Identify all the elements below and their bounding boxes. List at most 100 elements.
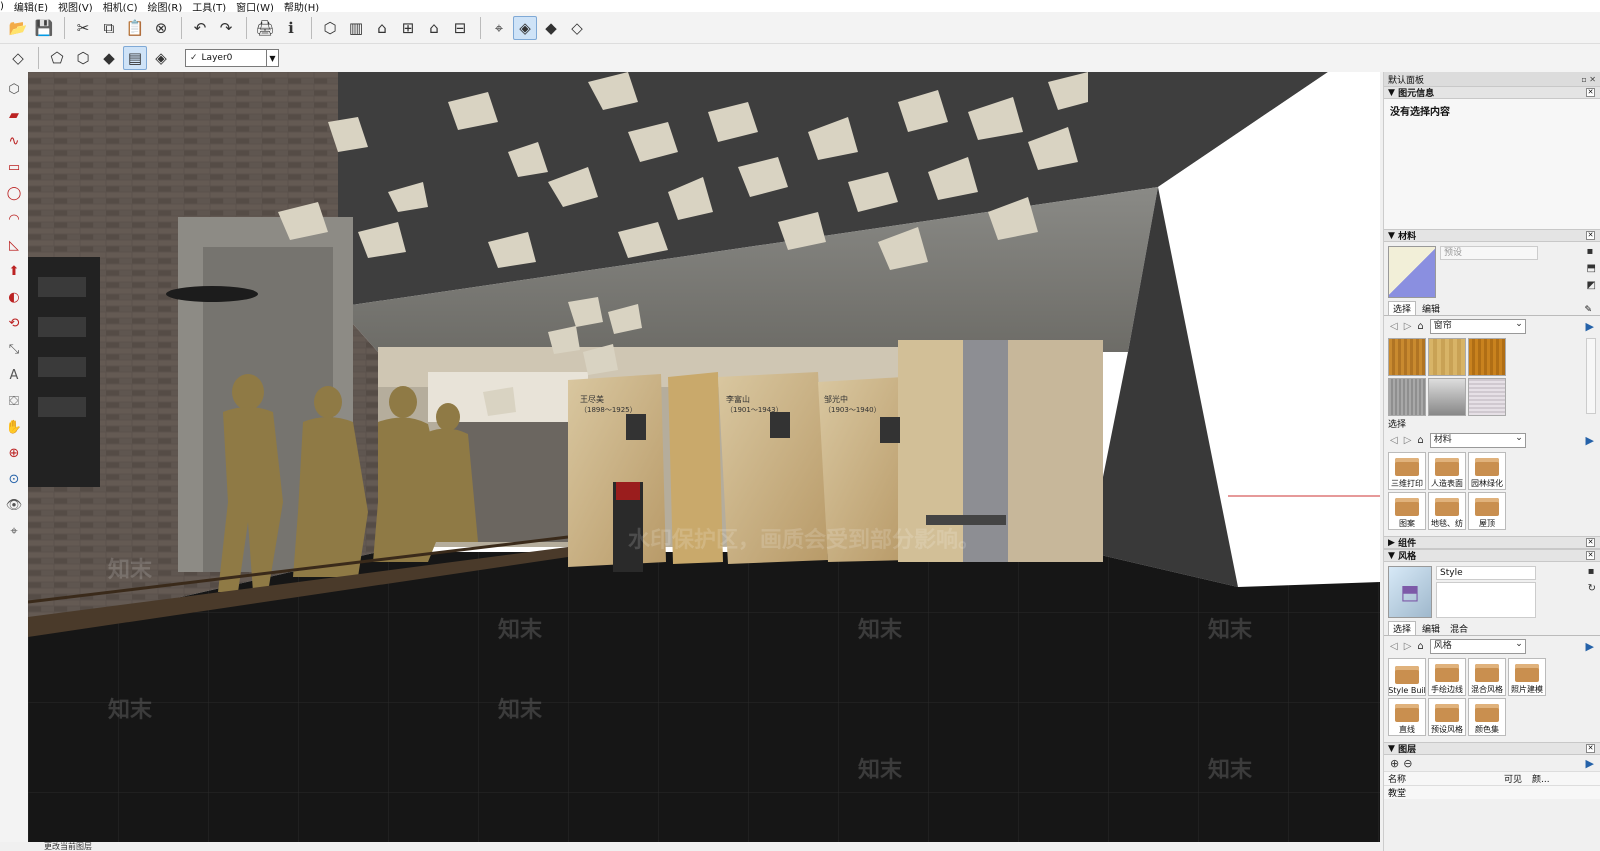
tab-select[interactable]: 选择	[1388, 621, 1417, 635]
redo-icon[interactable]: ↷	[214, 16, 238, 40]
texture-swatch[interactable]	[1468, 338, 1506, 376]
rectangle-icon[interactable]: ▭	[3, 156, 25, 178]
xray-mode-icon[interactable]: ◇	[6, 46, 30, 70]
paste-icon[interactable]: 📋	[123, 16, 147, 40]
back-icon[interactable]: ◁	[1390, 641, 1398, 652]
style-category[interactable]: Style Buil	[1388, 658, 1426, 696]
top-view-icon[interactable]: ▥	[344, 16, 368, 40]
model-viewport[interactable]: 王尽美 （1898～1925） 李富山 （1901～1943） 邹光中 （190…	[28, 72, 1380, 842]
zoom-icon[interactable]: ⊕	[3, 442, 25, 464]
paint-bucket-icon[interactable]: ⛋	[3, 390, 25, 412]
chevron-down-icon[interactable]: ▼	[266, 50, 278, 66]
position-camera-icon[interactable]: ⌖	[3, 520, 25, 542]
components-header[interactable]: ▶ 组件 ✕	[1384, 536, 1600, 549]
details-icon[interactable]: ▶	[1586, 320, 1594, 333]
texture-swatch[interactable]	[1428, 338, 1466, 376]
shaded-mode-icon[interactable]: ◆	[97, 46, 121, 70]
close-icon[interactable]: ✕	[1586, 231, 1595, 240]
front-view-icon[interactable]: ⌂	[370, 16, 394, 40]
style-category[interactable]: 直线	[1388, 698, 1426, 736]
material-category[interactable]: 地毯、纺	[1428, 492, 1466, 530]
left-view-icon[interactable]: ⊟	[448, 16, 472, 40]
offset-icon[interactable]: ⟲	[3, 312, 25, 334]
cut-icon[interactable]: ✂	[71, 16, 95, 40]
tab-select[interactable]: 选择	[1388, 301, 1417, 315]
material-name-field[interactable]: 预设	[1440, 246, 1538, 260]
style-name-field[interactable]: Style	[1436, 566, 1536, 580]
close-icon[interactable]: ✕	[1586, 744, 1595, 753]
forward-icon[interactable]: ▷	[1404, 641, 1412, 652]
style-category[interactable]: 手绘边线	[1428, 658, 1466, 696]
home-icon[interactable]: ⌂	[1417, 321, 1423, 332]
xray-icon[interactable]: ⌖	[487, 16, 511, 40]
back-icon[interactable]: ◁	[1390, 321, 1398, 332]
erase-icon[interactable]: ⊗	[149, 16, 173, 40]
tab-mix[interactable]: 混合	[1446, 622, 1472, 635]
close-icon[interactable]: ✕	[1586, 88, 1595, 97]
style-description-field[interactable]	[1436, 582, 1536, 618]
texture-swatch[interactable]	[1388, 338, 1426, 376]
material-category[interactable]: 三维打印	[1388, 452, 1426, 490]
layers-header[interactable]: ▼ 图层 ✕	[1384, 742, 1600, 755]
model-info-icon[interactable]: ℹ	[279, 16, 303, 40]
entity-info-header[interactable]: ▼ 图元信息 ✕	[1384, 86, 1600, 99]
push-pull-icon[interactable]: ⬆	[3, 260, 25, 282]
texture-swatch[interactable]	[1428, 378, 1466, 416]
pin-close-icon[interactable]: ▫ ✕	[1581, 75, 1596, 84]
select-icon[interactable]: ⬡	[3, 78, 25, 100]
style-category[interactable]: 照片建模	[1508, 658, 1546, 696]
save-icon[interactable]: 💾	[32, 16, 56, 40]
details-icon[interactable]: ▶	[1586, 757, 1594, 770]
copy-icon[interactable]: ⧉	[97, 16, 121, 40]
follow-me-icon[interactable]: ◐	[3, 286, 25, 308]
undo-icon[interactable]: ↶	[188, 16, 212, 40]
update-style-icon[interactable]: ↻	[1588, 583, 1596, 594]
style-thumbnail[interactable]: ⬒	[1388, 566, 1432, 618]
polygon-icon[interactable]: ◺	[3, 234, 25, 256]
circle-icon[interactable]: ◯	[3, 182, 25, 204]
eraser-icon[interactable]: ▰	[3, 104, 25, 126]
back-icon[interactable]: ◁	[1390, 435, 1398, 446]
tab-edit[interactable]: 编辑	[1418, 302, 1444, 315]
freehand-icon[interactable]: ∿	[3, 130, 25, 152]
texture-swatch[interactable]	[1388, 378, 1426, 416]
print-icon[interactable]: 🖨	[253, 16, 277, 40]
shaded-texture-icon[interactable]: ▤	[123, 46, 147, 70]
material-category[interactable]: 屋顶	[1468, 492, 1506, 530]
details-icon[interactable]: ▶	[1586, 640, 1594, 653]
monochrome-icon[interactable]: ◇	[565, 16, 589, 40]
close-icon[interactable]: ✕	[1586, 551, 1595, 560]
material-category[interactable]: 园林绿化	[1468, 452, 1506, 490]
material-category-dropdown[interactable]: 材料	[1429, 432, 1526, 448]
create-style-icon[interactable]: ▪	[1588, 566, 1596, 577]
style-category[interactable]: 混合风格	[1468, 658, 1506, 696]
menu-item[interactable]: )	[0, 1, 4, 12]
back-view-icon[interactable]: ⌂	[422, 16, 446, 40]
material-category[interactable]: 人造表面	[1428, 452, 1466, 490]
layer-row[interactable]: 教堂	[1384, 785, 1600, 799]
orbit-icon[interactable]: ✋	[3, 416, 25, 438]
text-icon[interactable]: A	[3, 364, 25, 386]
style-library-dropdown[interactable]: 风格	[1429, 638, 1526, 654]
eyedropper-icon[interactable]: ✎	[1580, 305, 1596, 315]
zoom-extents-icon[interactable]: ⊙	[3, 468, 25, 490]
remove-layer-icon[interactable]: ⊖	[1403, 757, 1412, 770]
home-icon[interactable]: ⌂	[1417, 641, 1423, 652]
right-view-icon[interactable]: ⊞	[396, 16, 420, 40]
styles-header[interactable]: ▼ 风格 ✕	[1384, 549, 1600, 562]
material-category[interactable]: 图案	[1388, 492, 1426, 530]
layer-dropdown[interactable]: ✓ Layer0 ▼	[185, 49, 279, 67]
create-material-icon[interactable]: ⬒	[1587, 263, 1596, 274]
tab-edit[interactable]: 编辑	[1418, 622, 1444, 635]
add-layer-icon[interactable]: ⊕	[1390, 757, 1399, 770]
texture-swatch[interactable]	[1468, 378, 1506, 416]
style-category[interactable]: 颜色集	[1468, 698, 1506, 736]
display-secondary-icon[interactable]: ▪	[1587, 246, 1596, 257]
open-icon[interactable]: 📂	[6, 16, 30, 40]
style-category[interactable]: 预设风格	[1428, 698, 1466, 736]
close-icon[interactable]: ✕	[1586, 538, 1595, 547]
material-swatch[interactable]	[1388, 246, 1436, 298]
hidden-line-icon[interactable]: ⬡	[71, 46, 95, 70]
forward-icon[interactable]: ▷	[1404, 321, 1412, 332]
home-icon[interactable]: ⌂	[1417, 435, 1423, 446]
